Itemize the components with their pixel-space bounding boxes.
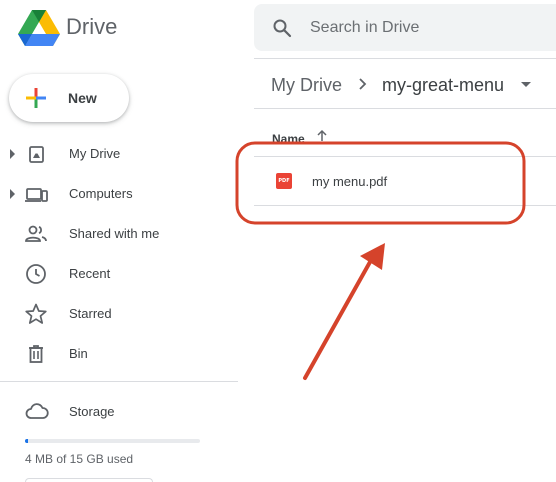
sidebar-item-label: My Drive: [69, 146, 121, 161]
cloud-icon: [25, 403, 49, 419]
new-button-label: New: [68, 90, 97, 106]
sidebar-item-computers[interactable]: Computers: [0, 174, 238, 214]
chevron-right-icon: [359, 78, 367, 90]
sidebar-item-my-drive[interactable]: My Drive: [0, 134, 238, 174]
search-icon[interactable]: [272, 18, 292, 38]
sort-arrow-up-icon[interactable]: [315, 129, 329, 143]
storage-usage-fill: [25, 439, 28, 443]
clock-icon: [26, 264, 46, 284]
get-more-storage-button[interactable]: [25, 478, 153, 482]
star-icon: [25, 303, 47, 324]
expand-arrow-icon[interactable]: [10, 189, 15, 199]
sidebar-item-starred[interactable]: Starred: [0, 294, 238, 334]
plus-icon: [26, 88, 46, 108]
sidebar-item-label: Bin: [69, 346, 88, 361]
breadcrumb-root[interactable]: My Drive: [271, 75, 342, 96]
search-bar[interactable]: [254, 4, 556, 51]
search-input[interactable]: [310, 14, 550, 42]
annotation-arrow-head: [360, 243, 385, 270]
computers-icon: [25, 188, 48, 202]
sidebar-item-storage[interactable]: Storage: [0, 392, 238, 432]
header-divider: [254, 58, 556, 59]
breadcrumb-divider: [254, 108, 556, 109]
pdf-file-icon: PDF: [276, 173, 292, 189]
expand-arrow-icon[interactable]: [10, 149, 15, 159]
storage-usage-text: 4 MB of 15 GB used: [25, 452, 134, 466]
file-name[interactable]: my menu.pdf: [312, 174, 387, 189]
app-title: Drive: [66, 14, 118, 39]
storage-usage-bar: [25, 439, 200, 443]
new-button[interactable]: New: [9, 74, 129, 122]
trash-icon: [29, 345, 43, 363]
storage-label: Storage: [69, 404, 115, 419]
column-header-name[interactable]: Name: [272, 132, 305, 146]
drive-logo-icon: [18, 10, 60, 46]
my-drive-icon: [29, 146, 44, 163]
caret-down-icon[interactable]: [521, 82, 531, 87]
sidebar-item-label: Shared with me: [69, 226, 160, 241]
sidebar-item-label: Computers: [69, 186, 133, 201]
sidebar-item-bin[interactable]: Bin: [0, 334, 238, 374]
sidebar-item-label: Recent: [69, 266, 111, 281]
sidebar-nav: My Drive Computers Shared with me Recent…: [0, 134, 238, 374]
file-row[interactable]: PDF my menu.pdf: [254, 157, 556, 205]
sidebar-divider: [0, 381, 238, 382]
annotation-arrow-shaft: [303, 260, 372, 380]
sidebar-item-label: Starred: [69, 306, 112, 321]
shared-icon: [25, 225, 47, 242]
breadcrumb-current[interactable]: my-great-menu: [382, 75, 504, 96]
sidebar-item-shared-with-me[interactable]: Shared with me: [0, 214, 238, 254]
sidebar-item-recent[interactable]: Recent: [0, 254, 238, 294]
row-divider: [254, 205, 556, 206]
